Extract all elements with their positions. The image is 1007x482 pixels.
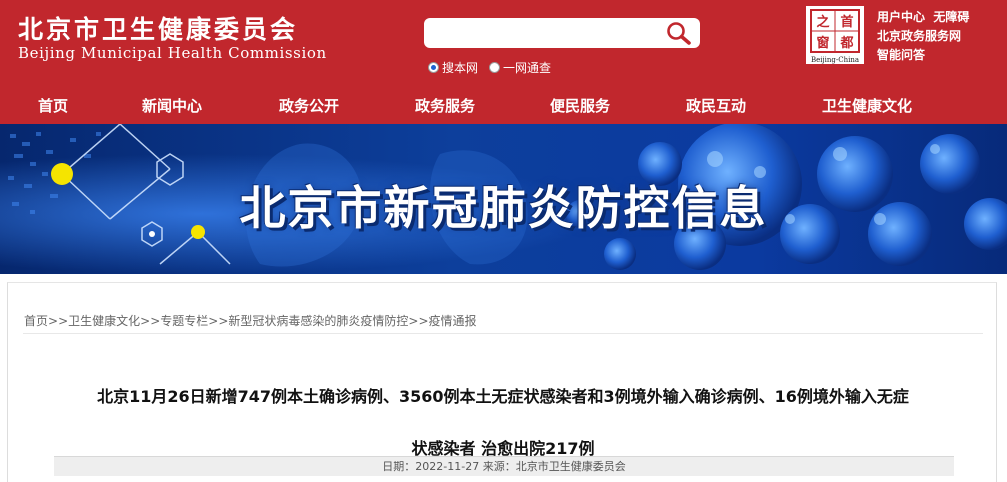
- breadcrumb: 首页>>卫生健康文化>>专题专栏>>新型冠状病毒感染的肺炎疫情防控>>疫情通报: [24, 312, 477, 329]
- scope-option-all[interactable]: 一网通查: [489, 59, 551, 75]
- seal-char-1: 首: [840, 14, 853, 30]
- nav-item-home[interactable]: 首页: [38, 95, 68, 116]
- gov-service-link[interactable]: 北京政务服务网: [877, 29, 961, 43]
- breadcrumb-divider: [23, 333, 983, 334]
- seal-char-2: 都: [839, 35, 853, 51]
- nav-item-news[interactable]: 新闻中心: [142, 95, 202, 116]
- breadcrumb-special-topics[interactable]: 专题专栏: [160, 314, 208, 328]
- site-header: 北京市卫生健康委员会 Beijing Municipal Health Comm…: [0, 0, 1007, 124]
- quick-links: 用户中心 无障碍 北京政务服务网 智能问答: [877, 8, 1003, 65]
- scope-label-site: 搜本网: [442, 60, 479, 75]
- breadcrumb-separator: >>: [208, 314, 229, 328]
- breadcrumb-epidemic-control[interactable]: 新型冠状病毒感染的肺炎疫情防控: [228, 314, 408, 328]
- site-logo-chinese[interactable]: 北京市卫生健康委员会: [18, 10, 298, 46]
- covid-banner[interactable]: 北京市新冠肺炎防控信息: [0, 124, 1007, 274]
- article-title-line-1: 北京11月26日新增747例本土确诊病例、3560例本土无症状感染者和3例境外输…: [97, 387, 909, 406]
- seal-char-4: 窗: [816, 35, 829, 51]
- search-input[interactable]: [432, 22, 652, 44]
- breadcrumb-separator: >>: [408, 314, 429, 328]
- seal-char-3: 之: [816, 14, 829, 30]
- breadcrumb-home[interactable]: 首页: [24, 314, 48, 328]
- banner-title: 北京市新冠肺炎防控信息: [239, 181, 768, 235]
- breadcrumb-health-culture[interactable]: 卫生健康文化: [68, 314, 140, 328]
- nav-item-gov-services[interactable]: 政务服务: [415, 95, 475, 116]
- smart-qa-link[interactable]: 智能问答: [877, 48, 925, 62]
- article-meta: 日期：2022-11-27 来源：北京市卫生健康委员会: [54, 456, 954, 476]
- search-icon: [667, 22, 691, 45]
- scope-option-site[interactable]: 搜本网: [428, 59, 478, 75]
- search-button[interactable]: [664, 20, 694, 46]
- site-logo-english[interactable]: Beijing Municipal Health Commission: [18, 44, 327, 62]
- breadcrumb-separator: >>: [140, 314, 161, 328]
- breadcrumb-separator: >>: [48, 314, 69, 328]
- search-box: [424, 18, 700, 48]
- nav-item-health-culture[interactable]: 卫生健康文化: [822, 95, 912, 116]
- nav-item-gov-affairs[interactable]: 政务公开: [279, 95, 339, 116]
- seal-icon: 首 都 之 窗: [810, 9, 860, 53]
- main-nav: 首页 新闻中心 政务公开 政务服务 便民服务 政民互动 卫生健康文化: [0, 92, 1007, 122]
- scope-label-all: 一网通查: [503, 60, 552, 75]
- nav-item-public-services[interactable]: 便民服务: [550, 95, 610, 116]
- nav-item-interaction[interactable]: 政民互动: [686, 95, 746, 116]
- article-content: 首页>>卫生健康文化>>专题专栏>>新型冠状病毒感染的肺炎疫情防控>>疫情通报 …: [7, 282, 997, 482]
- user-center-link[interactable]: 用户中心: [877, 10, 925, 24]
- capital-window-logo[interactable]: 首 都 之 窗 Beijing-China: [806, 6, 864, 64]
- radio-checked-icon[interactable]: [428, 61, 439, 73]
- radio-unchecked-icon[interactable]: [489, 61, 500, 73]
- accessibility-link[interactable]: 无障碍: [933, 10, 969, 24]
- breadcrumb-epidemic-report[interactable]: 疫情通报: [429, 314, 477, 328]
- seal-caption: Beijing-China: [810, 56, 860, 64]
